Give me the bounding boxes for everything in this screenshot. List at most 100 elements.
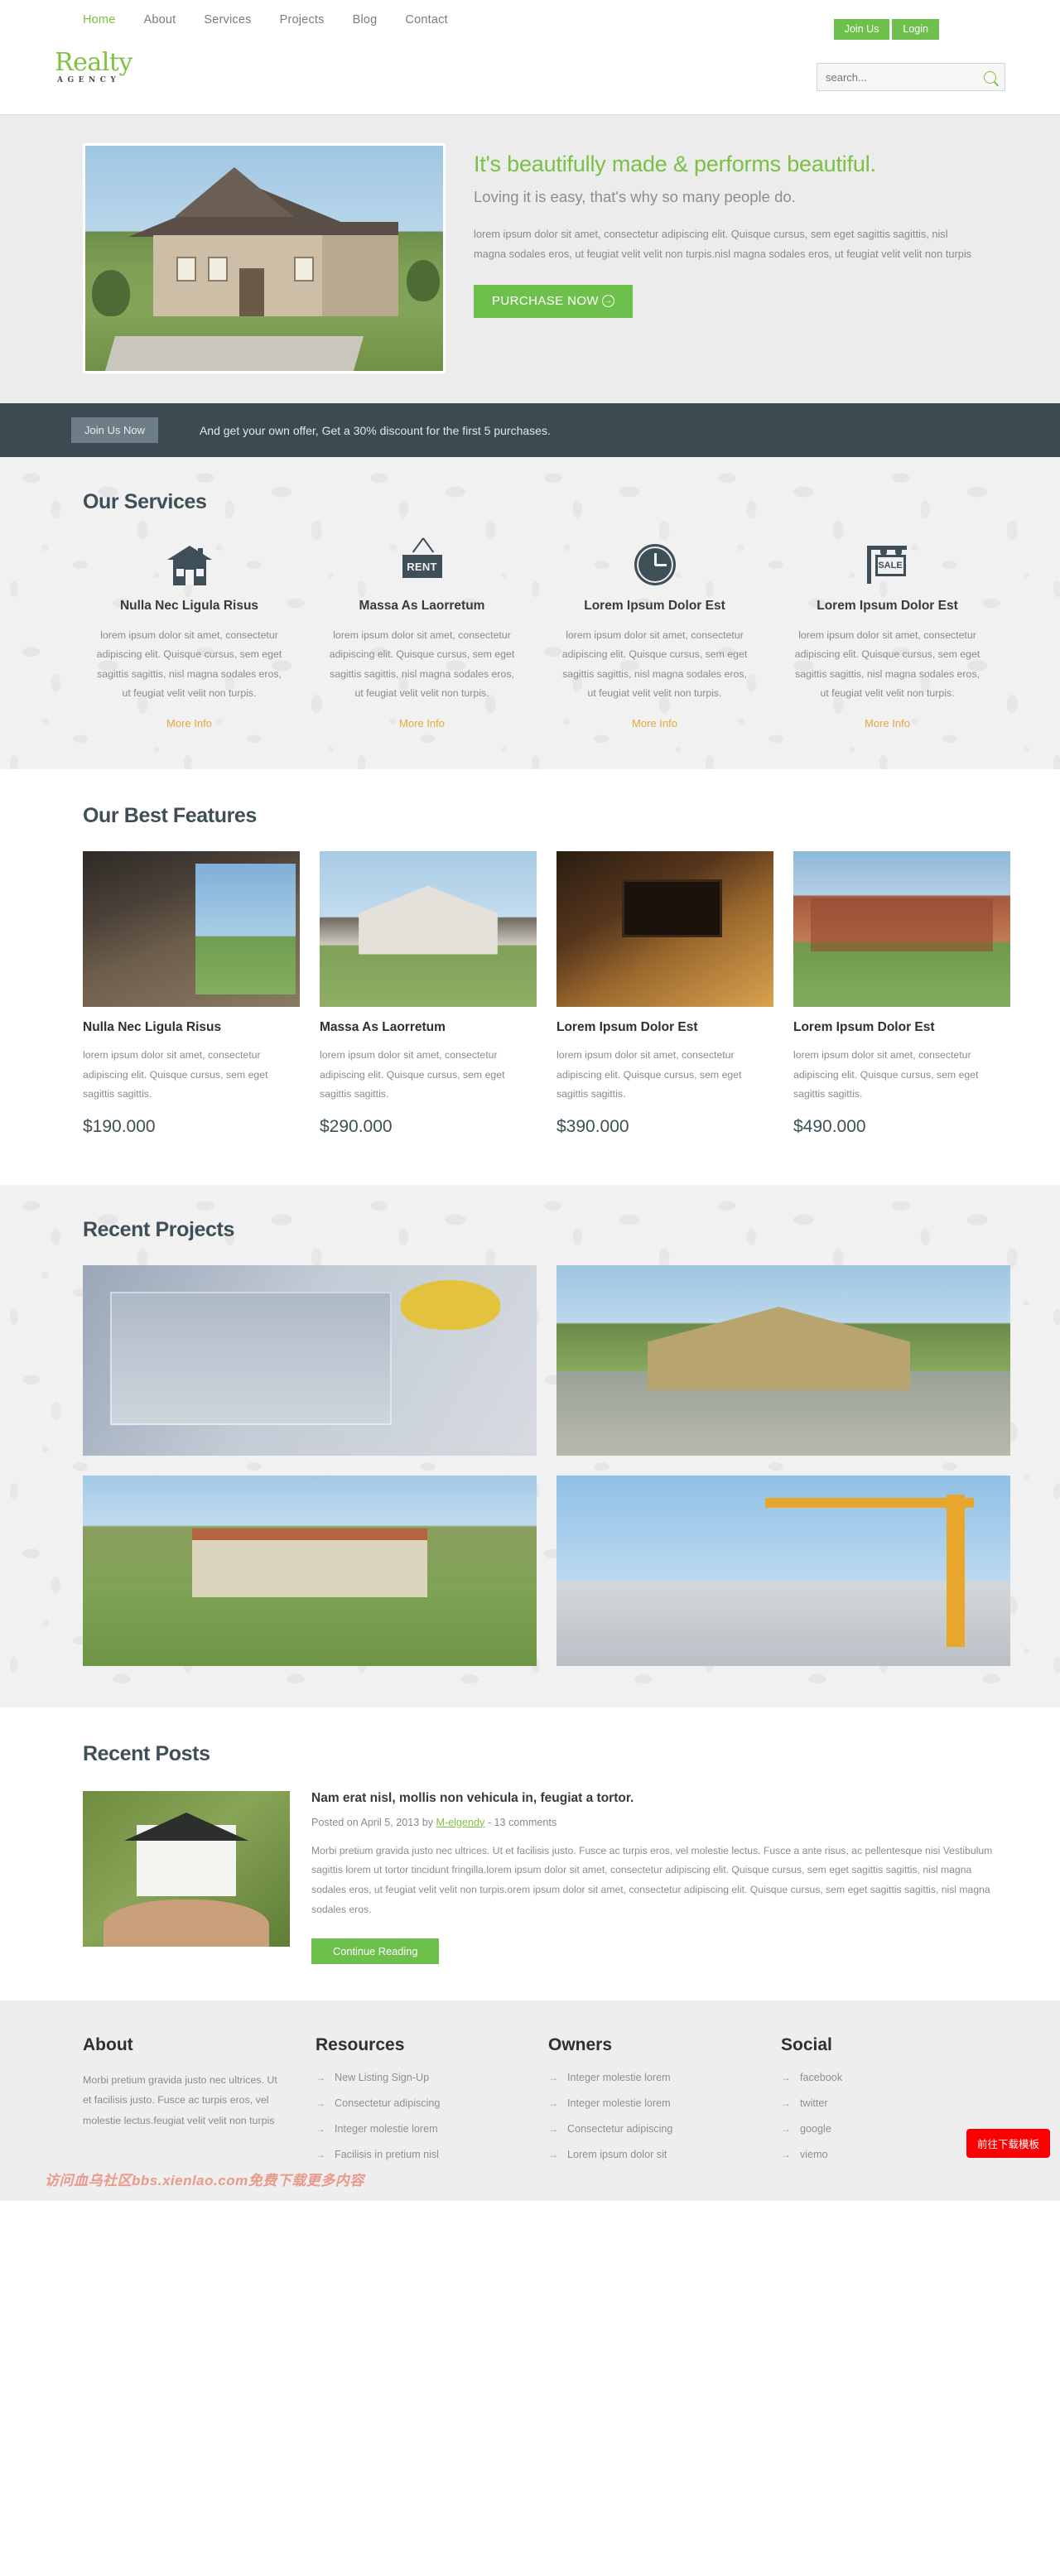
list-item: → Lorem ipsum dolor sit — [548, 2147, 761, 2162]
footer-social-title: Social — [781, 2034, 832, 2054]
post-title[interactable]: Nam erat nisl, mollis non vehicula in, f… — [311, 1791, 994, 1806]
service-more-info-link[interactable]: More Info — [166, 717, 212, 729]
site-logo[interactable]: Realty AGENCY — [55, 50, 132, 84]
arrow-right-icon: → — [316, 2071, 325, 2083]
list-item: → viemo — [781, 2147, 994, 2162]
list-item: → Integer molestie lorem — [548, 2070, 761, 2085]
social-link-label: viemo — [800, 2148, 828, 2160]
continue-reading-button[interactable]: Continue Reading — [311, 1938, 440, 1964]
posts-title: Recent Posts — [83, 1741, 210, 1765]
list-item: → New Listing Sign-Up — [316, 2070, 528, 2085]
footer-link-label: New Listing Sign-Up — [335, 2071, 430, 2083]
service-title: Lorem Ipsum Dolor Est — [817, 599, 958, 613]
social-link-facebook[interactable]: → facebook — [781, 2072, 842, 2083]
search-box[interactable] — [817, 63, 1005, 91]
feature-title: Lorem Ipsum Dolor Est — [793, 1020, 935, 1035]
footer-link-label: Facilisis in pretium nisl — [335, 2148, 439, 2160]
social-link-viemo[interactable]: → viemo — [781, 2149, 828, 2160]
list-item: → Integer molestie lorem — [548, 2096, 761, 2111]
footer-link[interactable]: → Consectetur adipiscing — [316, 2097, 440, 2109]
hero-subheading: Loving it is easy, that's why so many pe… — [474, 188, 796, 205]
service-more-info-link[interactable]: More Info — [865, 717, 910, 729]
site-watermark: 访问血乌社区bbs.xienlao.com免费下载更多内容 — [45, 2172, 364, 2188]
footer-link[interactable]: → Integer molestie lorem — [548, 2072, 671, 2083]
logo-name: Realty — [55, 48, 132, 77]
feature-text: lorem ipsum dolor sit amet, consectetur … — [83, 1049, 268, 1100]
join-promo-strip: Join Us Now And get your own offer, Get … — [0, 403, 1060, 457]
footer-link-label: Integer molestie lorem — [335, 2122, 438, 2135]
footer-link[interactable]: → Consectetur adipiscing — [548, 2123, 672, 2135]
post-author-link[interactable]: M-elgendy — [436, 1817, 485, 1828]
social-link-google[interactable]: → google — [781, 2123, 831, 2135]
footer-link[interactable]: → Integer molestie lorem — [316, 2123, 438, 2135]
sale-sign-icon: SALE — [865, 544, 910, 585]
footer-link-label: Consectetur adipiscing — [335, 2097, 441, 2109]
feature-card: Lorem Ipsum Dolor Est lorem ipsum dolor … — [793, 851, 1010, 1136]
feature-image[interactable] — [793, 851, 1010, 1008]
social-link-label: facebook — [800, 2071, 843, 2083]
rent-sign-label: RENT — [402, 555, 442, 578]
recent-posts-section: Recent Posts Nam erat nisl, mollis non v… — [0, 1707, 1060, 2001]
footer-link[interactable]: → Facilisis in pretium nisl — [316, 2149, 439, 2160]
purchase-now-button[interactable]: PURCHASE NOW → — [474, 285, 633, 319]
feature-image[interactable] — [556, 851, 773, 1008]
social-link-label: twitter — [800, 2097, 828, 2109]
purchase-now-label: PURCHASE NOW — [492, 294, 599, 309]
feature-text: lorem ipsum dolor sit amet, consectetur … — [320, 1049, 505, 1100]
social-link-twitter[interactable]: → twitter — [781, 2097, 828, 2109]
arrow-right-icon: → — [781, 2097, 791, 2109]
join-us-button[interactable]: Join Us — [833, 19, 890, 41]
footer-link-label: Integer molestie lorem — [567, 2071, 671, 2083]
service-card: Nulla Nec Ligula Risus lorem ipsum dolor… — [83, 539, 296, 731]
services-title: Our Services — [83, 490, 207, 513]
list-item: → Facilisis in pretium nisl — [316, 2147, 528, 2162]
hero-image — [83, 143, 446, 373]
service-title: Nulla Nec Ligula Risus — [119, 599, 259, 613]
service-card: RENT Massa As Laorretum lorem ipsum dolo… — [316, 539, 528, 731]
project-image[interactable] — [556, 1475, 1010, 1666]
service-title: Lorem Ipsum Dolor Est — [584, 599, 725, 613]
footer-link[interactable]: → New Listing Sign-Up — [316, 2072, 429, 2083]
nav-item-home[interactable]: Home — [83, 13, 115, 26]
feature-image[interactable] — [320, 851, 537, 1008]
feature-price: $490.000 — [793, 1116, 866, 1136]
service-title: Massa As Laorretum — [359, 599, 485, 613]
nav-item-blog[interactable]: Blog — [353, 13, 378, 26]
arrow-right-icon: → — [316, 2122, 325, 2135]
feature-card: Massa As Laorretum lorem ipsum dolor sit… — [320, 851, 537, 1136]
footer-link[interactable]: → Integer molestie lorem — [548, 2097, 671, 2109]
project-image[interactable] — [556, 1264, 1010, 1456]
nav-item-contact[interactable]: Contact — [405, 13, 447, 26]
footer-column-owners: Owners → Integer molestie lorem → Integer … — [548, 2035, 761, 2173]
feature-title: Nulla Nec Ligula Risus — [83, 1020, 222, 1035]
post-thumbnail[interactable] — [83, 1790, 290, 1947]
list-item: → google — [781, 2121, 994, 2136]
nav-item-about[interactable]: About — [143, 13, 176, 26]
footer-column-resources: Resources → New Listing Sign-Up → Consecte… — [316, 2035, 528, 2173]
services-section: Our Services Nulla Nec Ligula Risus lore… — [0, 457, 1060, 769]
download-template-button[interactable]: 前往下载模板 — [966, 2128, 1050, 2158]
service-more-info-link[interactable]: More Info — [632, 717, 677, 729]
search-icon[interactable] — [984, 70, 996, 84]
features-section: Our Best Features Nulla Nec Ligula Risus… — [0, 769, 1060, 1185]
nav-item-services[interactable]: Services — [204, 13, 251, 26]
feature-text: lorem ipsum dolor sit amet, consectetur … — [556, 1049, 742, 1100]
site-footer: About Morbi pretium gravida justo nec ul… — [0, 2000, 1060, 2201]
search-input[interactable] — [826, 70, 984, 84]
service-more-info-link[interactable]: More Info — [399, 717, 445, 729]
arrow-right-icon: → — [548, 2148, 558, 2160]
feature-card: Lorem Ipsum Dolor Est lorem ipsum dolor … — [556, 851, 773, 1136]
service-text: lorem ipsum dolor sit amet, consectetur … — [561, 629, 748, 700]
login-button[interactable]: Login — [892, 19, 939, 41]
list-item: → facebook — [781, 2070, 994, 2085]
hero-section: It's beautifully made & performs beautif… — [0, 115, 1060, 403]
arrow-right-icon: → — [548, 2097, 558, 2109]
project-image[interactable] — [83, 1475, 537, 1666]
feature-image[interactable] — [83, 851, 300, 1008]
join-us-now-button[interactable]: Join Us Now — [71, 417, 158, 443]
post-meta-prefix: Posted on April 5, 2013 by — [311, 1816, 436, 1828]
footer-link[interactable]: → Lorem ipsum dolor sit — [548, 2149, 667, 2160]
feature-card: Nulla Nec Ligula Risus lorem ipsum dolor… — [83, 851, 300, 1136]
nav-item-projects[interactable]: Projects — [280, 13, 325, 26]
project-image[interactable] — [83, 1264, 537, 1456]
